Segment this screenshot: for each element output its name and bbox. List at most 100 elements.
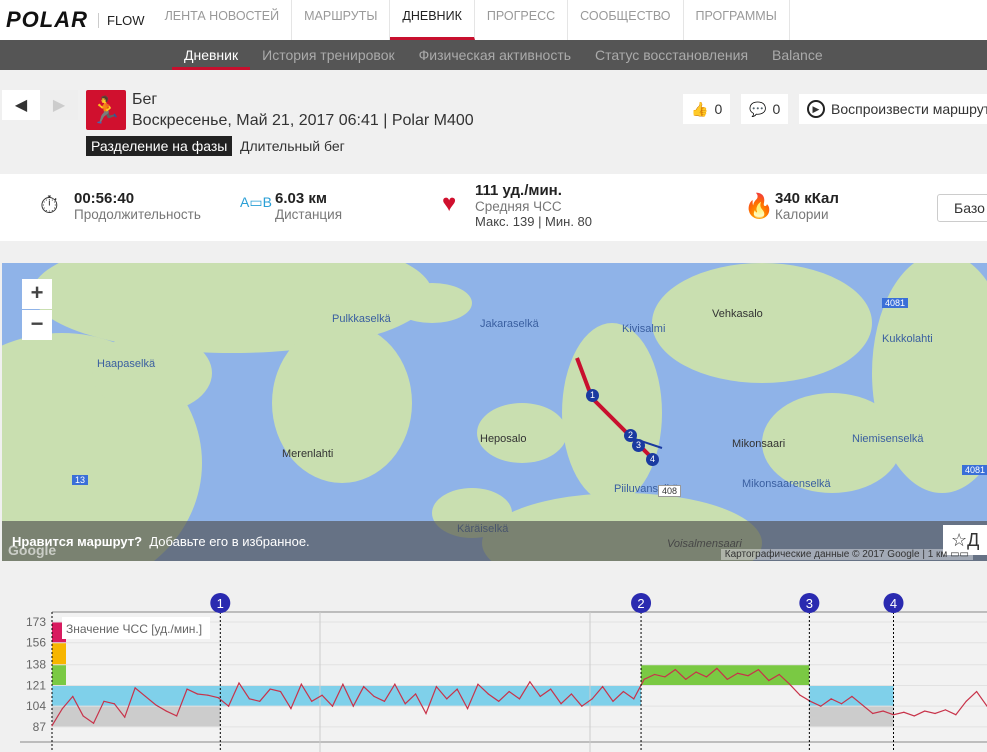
flame-icon: 🔥: [744, 193, 774, 220]
lap-number: 2: [637, 596, 644, 611]
hr-point: [664, 676, 666, 678]
road-number: 408: [658, 485, 682, 497]
map-lap-marker[interactable]: 3: [632, 439, 645, 452]
map-place-label: Vehkasalo: [712, 308, 763, 320]
hr-point: [903, 711, 905, 713]
heart-icon: ♥: [442, 190, 457, 217]
hr-point: [591, 698, 593, 700]
hr-point: [383, 700, 386, 702]
hr-minmax: Макс. 139 | Мин. 80: [475, 214, 593, 229]
hr-point: [768, 679, 770, 682]
subnav-item[interactable]: Физическая активность: [407, 40, 583, 70]
comment-button[interactable]: 💬 0: [741, 94, 789, 124]
calories-value: 340 кКал: [775, 190, 839, 207]
hr-point: [259, 700, 261, 702]
hr-point: [477, 683, 479, 685]
map-lap-marker[interactable]: 4: [646, 453, 659, 466]
hr-point: [757, 668, 760, 671]
nav-item[interactable]: ДНЕВНИК: [390, 0, 475, 40]
hr-point: [633, 698, 635, 700]
hr-point: [799, 694, 801, 696]
hr-point: [487, 693, 489, 695]
google-logo: Google: [8, 542, 57, 558]
previous-session-button[interactable]: ◀: [2, 90, 40, 120]
hr-point: [913, 715, 915, 717]
hr-point: [570, 693, 573, 695]
replay-label: Воспроизвести маршрут: [831, 101, 987, 117]
hr-point: [363, 686, 365, 688]
map-credit: Картографические данные © 2017 Google | …: [720, 549, 973, 560]
comment-count: 0: [772, 101, 781, 117]
nav-item[interactable]: ЛЕНТА НОВОСТЕЙ: [153, 0, 293, 40]
hr-point: [685, 678, 687, 680]
hr-point: [446, 698, 448, 700]
hr-point: [466, 708, 469, 710]
replay-route-button[interactable]: ▶ Воспроизвести маршрут: [799, 94, 987, 124]
zoom-out-button[interactable]: −: [22, 310, 52, 340]
subnav-item[interactable]: Balance: [760, 40, 835, 70]
hr-point: [290, 708, 292, 710]
map-lap-marker[interactable]: 1: [586, 389, 599, 402]
hr-point: [965, 700, 967, 702]
hr-point: [955, 714, 957, 716]
route-map[interactable]: Pulkkaselkä Jakaraselkä Kivisalmi Vehkasalo…: [2, 263, 987, 561]
sport-name: Бег: [132, 91, 158, 108]
zone-legend-swatch: [52, 642, 66, 665]
calories-label: Калории: [775, 207, 829, 222]
hr-point: [539, 695, 541, 698]
subnav-item[interactable]: История тренировок: [250, 40, 406, 70]
y-axis-label: Значение ЧСС [уд./мин.]: [66, 622, 202, 636]
map-place-label: Jakaraselkä: [480, 318, 539, 330]
hr-point: [61, 708, 63, 710]
hr-point: [279, 690, 282, 693]
hr-point: [165, 710, 167, 712]
map-place-label: Haapaselkä: [97, 358, 156, 370]
hr-point: [404, 703, 406, 705]
hr-point: [217, 697, 219, 699]
hr-point: [331, 705, 334, 707]
polar-logo[interactable]: POLAR: [6, 7, 88, 33]
like-button[interactable]: 👍 0: [683, 94, 731, 124]
zone-legend-swatch: [52, 685, 66, 707]
lap-number: 1: [217, 596, 224, 611]
hr-point: [103, 700, 105, 702]
hr-point: [321, 694, 323, 696]
hr-point: [726, 678, 728, 680]
hr-point: [830, 698, 832, 700]
zoom-in-button[interactable]: +: [22, 279, 52, 309]
phase-type[interactable]: Длительный бег: [240, 138, 345, 154]
hr-point: [238, 682, 240, 684]
hr-point: [155, 704, 157, 706]
credit-text: Картографические данные © 2017 Google: [724, 549, 920, 560]
top-navigation: POLAR FLOW ЛЕНТА НОВОСТЕЙ МАРШРУТЫ ДНЕВНИК…: [0, 0, 987, 40]
hr-point: [498, 700, 500, 702]
next-session-button[interactable]: ▶: [40, 90, 78, 120]
hr-point: [435, 686, 437, 688]
hr-point: [716, 667, 718, 669]
hr-point: [456, 688, 458, 690]
hr-point: [674, 668, 676, 671]
hr-point: [394, 683, 396, 685]
session-datetime: Воскресенье, Май 21, 2017 06:41 | Polar …: [132, 112, 474, 129]
duration-value: 00:56:40: [74, 190, 135, 207]
hr-point: [196, 693, 199, 695]
subnav-item[interactable]: Дневник: [172, 40, 251, 70]
basic-view-button[interactable]: Базо: [937, 194, 987, 222]
avg-hr-label: Средняя ЧСС: [475, 199, 562, 214]
zone-band: [809, 685, 894, 707]
nav-item[interactable]: ПРОГРЕСС: [475, 0, 569, 40]
hr-point: [695, 671, 697, 673]
hr-point: [72, 695, 74, 698]
zone-legend-swatch: [52, 664, 66, 686]
phase-split-tooltip: Разделение на фазы: [86, 136, 233, 156]
hr-chart[interactable]: 173 156 138 121 104 87 Значение ЧСС [уд./мин.]…: [0, 590, 987, 752]
nav-item[interactable]: СООБЩЕСТВО: [568, 0, 684, 40]
hr-point: [228, 705, 230, 707]
hr-point: [789, 683, 791, 685]
nav-item[interactable]: МАРШРУТЫ: [292, 0, 391, 40]
hr-point: [207, 694, 209, 696]
nav-item[interactable]: ПРОГРАММЫ: [684, 0, 790, 40]
hr-point: [976, 690, 978, 693]
hr-point: [705, 676, 708, 678]
subnav-item[interactable]: Статус восстановления: [583, 40, 760, 70]
